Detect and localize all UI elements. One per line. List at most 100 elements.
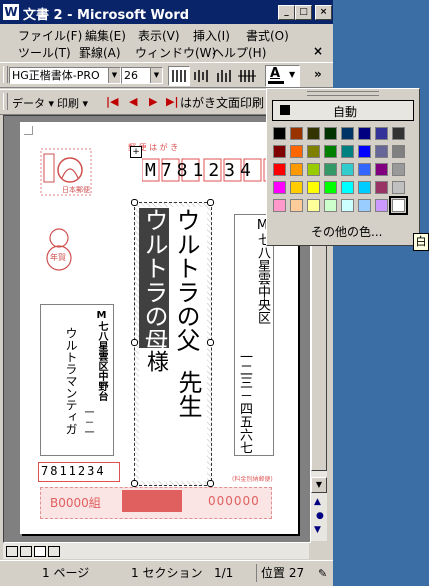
color-swatch[interactable] [273, 145, 286, 158]
color-swatch[interactable] [307, 145, 320, 158]
color-swatch[interactable] [375, 145, 388, 158]
resize-handle[interactable] [131, 480, 138, 487]
menu-window[interactable]: ウィンドウ(W) [135, 44, 216, 61]
color-swatch[interactable] [358, 199, 371, 212]
menu-tools[interactable]: ツール(T) [18, 44, 71, 61]
prev-record-icon[interactable]: ◀ [129, 95, 137, 108]
color-swatch[interactable] [341, 127, 354, 140]
horizontal-scrollbar[interactable] [3, 543, 309, 559]
close-button[interactable]: × [315, 5, 332, 20]
color-swatch[interactable] [324, 163, 337, 176]
sender-zip[interactable]: 7811234 [41, 464, 106, 478]
align-bottom-vertical-button[interactable] [214, 67, 234, 85]
sender-name[interactable]: ウルトラマンティガ [64, 327, 78, 435]
color-swatch[interactable] [273, 163, 286, 176]
color-swatch[interactable] [273, 127, 286, 140]
color-swatch[interactable] [341, 181, 354, 194]
color-swatch[interactable] [307, 181, 320, 194]
resize-handle[interactable] [131, 199, 138, 206]
title-bar[interactable]: W 文書 2 - Microsoft Word _ □ × [0, 0, 333, 24]
next-record-icon[interactable]: ▶ [149, 95, 157, 108]
font-name-combo[interactable]: HG正楷書体-PRO ▼ [9, 67, 121, 84]
resize-handle[interactable] [207, 339, 214, 346]
prev-page-icon[interactable]: ▲ [314, 497, 321, 507]
spelling-status-icon[interactable]: ✎ [318, 567, 327, 580]
color-swatch[interactable] [290, 127, 303, 140]
color-swatch[interactable] [290, 199, 303, 212]
print-view-icon[interactable] [34, 546, 46, 557]
minimize-button[interactable]: _ [278, 5, 295, 20]
color-swatch[interactable] [389, 196, 408, 215]
menu-edit[interactable]: 編集(E) [85, 27, 126, 44]
toolbar-grip[interactable] [3, 66, 8, 83]
stamp-image[interactable]: 日本郵便 [40, 148, 92, 196]
color-swatch[interactable] [341, 145, 354, 158]
color-swatch[interactable] [290, 163, 303, 176]
postcard-print-button[interactable]: はがき文面印刷 [180, 94, 264, 111]
sender-address[interactable]: M七八星雲区中野台 [94, 310, 108, 401]
color-swatch[interactable] [358, 145, 371, 158]
menu-insert[interactable]: 挿入(I) [193, 27, 230, 44]
menu-format[interactable]: 書式(O) [246, 27, 289, 44]
color-swatch[interactable] [273, 181, 286, 194]
maximize-button[interactable]: □ [295, 5, 312, 20]
automatic-color-button[interactable]: 自動 [272, 100, 414, 121]
next-page-icon[interactable]: ▼ [314, 525, 321, 535]
print-menu-button[interactable]: 印刷 ▾ [57, 95, 88, 111]
color-swatch[interactable] [324, 145, 337, 158]
color-swatch[interactable] [290, 181, 303, 194]
recipient-zip[interactable]: M781234 [145, 160, 256, 181]
word-app-icon[interactable]: W [3, 4, 19, 20]
menu-view[interactable]: 表示(V) [138, 27, 180, 44]
align-vertical-button[interactable] [168, 66, 190, 86]
font-color-dropdown-icon[interactable]: ▼ [289, 70, 295, 79]
color-swatch[interactable] [324, 181, 337, 194]
color-swatch[interactable] [375, 181, 388, 194]
scroll-down-button[interactable]: ▼ [311, 477, 327, 493]
postcard-page[interactable]: 日本郵便 年賀 郵 便 は が き + M781234 ウルトラの母 ウルトラの… [20, 122, 298, 534]
more-colors-button[interactable]: その他の色... [311, 223, 382, 240]
color-swatch[interactable] [375, 127, 388, 140]
font-color-button[interactable]: A ▼ [265, 65, 300, 87]
font-name-dropdown-icon[interactable]: ▼ [108, 68, 120, 83]
resize-handle[interactable] [207, 480, 214, 487]
document-area[interactable]: 日本郵便 年賀 郵 便 は が き + M781234 ウルトラの母 ウルトラの… [3, 115, 311, 543]
menu-help[interactable]: ヘルプ(H) [212, 44, 266, 61]
data-menu-button[interactable]: データ ▾ [12, 95, 54, 111]
color-swatch[interactable] [307, 163, 320, 176]
toolbar-grip[interactable] [3, 93, 8, 110]
font-size-dropdown-icon[interactable]: ▼ [150, 68, 162, 83]
color-swatch[interactable] [358, 163, 371, 176]
recipient-name-1[interactable]: ウルトラの父 [170, 208, 202, 352]
color-swatch[interactable] [324, 199, 337, 212]
normal-view-icon[interactable] [6, 546, 18, 557]
color-swatch[interactable] [307, 199, 320, 212]
color-swatch[interactable] [392, 127, 405, 140]
web-view-icon[interactable] [20, 546, 32, 557]
color-swatch[interactable] [392, 181, 405, 194]
color-swatch[interactable] [392, 145, 405, 158]
sender-number[interactable]: 一－一 [80, 407, 94, 437]
palette-drag-bar[interactable] [307, 91, 379, 96]
resize-handle[interactable] [207, 199, 214, 206]
color-swatch[interactable] [358, 181, 371, 194]
menu-file[interactable]: ファイル(F) [18, 27, 82, 44]
color-swatch[interactable] [392, 163, 405, 176]
color-swatch[interactable] [375, 163, 388, 176]
recipient-address-2[interactable]: 一二三－四五六七 [236, 350, 252, 454]
browse-object-icon[interactable]: ● [316, 511, 324, 521]
align-center-vertical-button[interactable] [191, 67, 211, 85]
resize-handle[interactable] [131, 339, 138, 346]
font-size-combo[interactable]: 26 ▼ [121, 67, 163, 84]
distribute-vertical-button[interactable] [237, 67, 257, 85]
outline-view-icon[interactable] [48, 546, 60, 557]
recipient-name-2[interactable]: ウルトラの母 [139, 208, 169, 352]
color-swatch[interactable] [375, 199, 388, 212]
color-swatch[interactable] [341, 199, 354, 212]
color-swatch[interactable] [341, 163, 354, 176]
close-document-icon[interactable]: × [313, 44, 323, 58]
move-handle-icon[interactable]: + [130, 146, 142, 158]
color-swatch[interactable] [307, 127, 320, 140]
color-swatch[interactable] [358, 127, 371, 140]
last-record-icon[interactable]: ▶| [166, 95, 178, 108]
